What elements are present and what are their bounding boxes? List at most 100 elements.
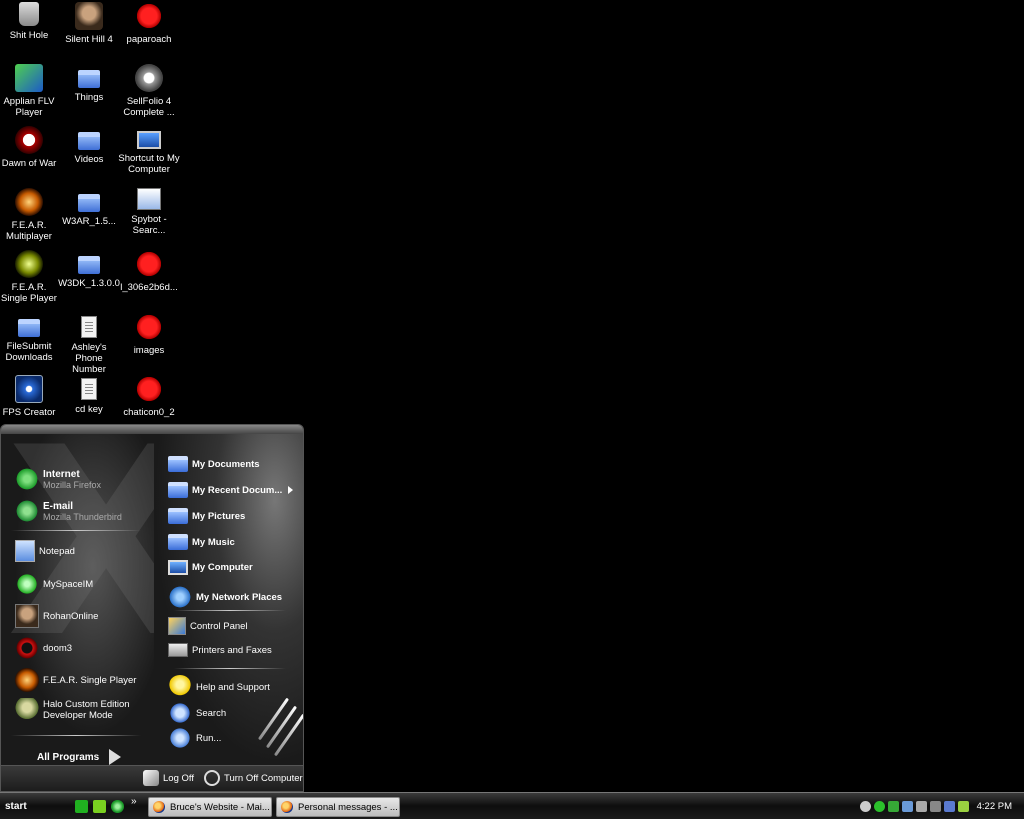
- network-places-icon: [168, 585, 192, 609]
- silent-hill-icon: [75, 2, 103, 30]
- start-menu: InternetMozilla Firefox E-mailMozilla Th…: [0, 424, 304, 792]
- start-menu-left-pane: InternetMozilla Firefox E-mailMozilla Th…: [1, 425, 206, 765]
- desktop-icon-filesubmit[interactable]: FileSubmit Downloads: [0, 313, 60, 363]
- red-splat-icon: [135, 2, 163, 30]
- place-my-computer[interactable]: My Computer: [168, 560, 253, 575]
- desktop-icon-fear-single-player[interactable]: F.E.A.R. Single Player: [0, 250, 60, 304]
- place-my-pictures[interactable]: My Pictures: [168, 508, 245, 524]
- fps-creator-icon: [15, 375, 43, 403]
- email-icon: [15, 499, 39, 523]
- printer-icon: [168, 643, 188, 657]
- run-icon: [168, 726, 192, 750]
- lightbulb-icon: [168, 675, 192, 699]
- recycle-bin-icon: [19, 2, 39, 26]
- control-panel-icon: [168, 617, 186, 635]
- recent-doom3[interactable]: doom3: [15, 636, 72, 660]
- all-programs-button[interactable]: All Programs: [37, 749, 122, 765]
- system-tray: 4:22 PM: [854, 793, 1024, 819]
- display-tray-icon[interactable]: [944, 801, 955, 812]
- pinned-internet[interactable]: InternetMozilla Firefox: [15, 467, 101, 491]
- skull-icon: [15, 126, 43, 154]
- start-menu-footer: Log Off Turn Off Computer: [1, 765, 303, 791]
- submenu-arrow-icon: [288, 486, 294, 494]
- place-my-documents[interactable]: My Documents: [168, 456, 260, 472]
- text-document-icon: [81, 378, 97, 400]
- desktop-icon-l306e2b6d[interactable]: l_306e2b6d...: [118, 250, 180, 293]
- desktop-icon-ashleys-phone[interactable]: Ashley's Phone Number: [58, 313, 120, 375]
- desktop-icon-things[interactable]: Things: [58, 64, 120, 103]
- desktop-icon-fps-creator[interactable]: FPS Creator: [0, 375, 60, 418]
- system-printers-faxes[interactable]: Printers and Faxes: [168, 643, 272, 657]
- power-icon: [204, 770, 220, 786]
- place-my-recent-documents[interactable]: My Recent Docum...: [168, 482, 294, 498]
- network-tray-icon[interactable]: [902, 801, 913, 812]
- key-icon: [143, 770, 159, 786]
- desktop-icon-fear-multiplayer[interactable]: F.E.A.R. Multiplayer: [0, 188, 60, 242]
- arrow-right-icon: [109, 749, 122, 765]
- desktop-icon-cd-key[interactable]: cd key: [58, 375, 120, 415]
- separator: [174, 668, 286, 669]
- desktop-icon-shit-hole[interactable]: Shit Hole: [0, 2, 60, 41]
- messenger-tray-icon[interactable]: [874, 801, 885, 812]
- pentagram-icon: [15, 636, 39, 660]
- flv-player-icon: [15, 64, 43, 92]
- turn-off-computer-button[interactable]: Turn Off Computer: [204, 770, 303, 786]
- folder-icon: [18, 319, 40, 337]
- desktop-icon-applian-flv-player[interactable]: Applian FLV Player: [0, 64, 60, 118]
- quicklaunch-app-icon[interactable]: [75, 800, 88, 813]
- firefox-icon: [153, 801, 165, 813]
- place-my-network-places[interactable]: My Network Places: [168, 585, 282, 609]
- red-splat-icon: [135, 375, 163, 403]
- myspaceim-icon: [15, 572, 39, 596]
- separator: [11, 735, 141, 736]
- pinned-email[interactable]: E-mail Mozilla Thunderbird: [15, 499, 122, 523]
- recent-fear-single-player[interactable]: F.E.A.R. Single Player: [15, 668, 136, 692]
- firefox-icon: [15, 467, 39, 491]
- desktop-icon-shortcut-my-computer[interactable]: Shortcut to My Computer: [118, 126, 180, 175]
- start-button[interactable]: start: [0, 793, 70, 819]
- log-off-button[interactable]: Log Off: [143, 770, 194, 786]
- taskbar-button-bruces-website[interactable]: Bruce's Website - Mai...: [148, 797, 272, 817]
- desktop-icon-images[interactable]: images: [118, 313, 180, 356]
- recent-notepad[interactable]: Notepad: [15, 540, 75, 562]
- separator: [174, 610, 286, 611]
- desktop-icon-sellfolio[interactable]: SellFolio 4 Complete ...: [118, 64, 180, 118]
- desktop-icon-spybot[interactable]: Spybot - Searc...: [118, 188, 180, 236]
- desktop-icon-dawn-of-war[interactable]: Dawn of War: [0, 126, 60, 169]
- desktop-icon-videos[interactable]: Videos: [58, 126, 120, 165]
- recent-halo-custom-edition[interactable]: Halo Custom Edition Developer Mode: [15, 698, 149, 722]
- system-control-panel[interactable]: Control Panel: [168, 617, 248, 635]
- recent-rohanonline[interactable]: RohanOnline: [15, 604, 98, 628]
- spybot-icon: [137, 188, 161, 210]
- rohanonline-icon: [15, 604, 39, 628]
- desktop-icon-paparoach[interactable]: paparoach: [118, 2, 180, 45]
- volume-tray-icon[interactable]: [930, 801, 941, 812]
- place-my-music[interactable]: My Music: [168, 534, 235, 550]
- search-item[interactable]: Search: [168, 701, 226, 725]
- taskbar: start » Bruce's Website - Mai... Persona…: [0, 792, 1024, 819]
- clock[interactable]: 4:22 PM: [977, 801, 1012, 812]
- red-splat-icon: [135, 313, 163, 341]
- search-icon: [168, 701, 192, 725]
- desktop-icon-chaticon[interactable]: chaticon0_2: [118, 375, 180, 418]
- update-tray-icon[interactable]: [958, 801, 969, 812]
- arrow-tray-icon[interactable]: [860, 801, 871, 812]
- quicklaunch-more-button[interactable]: »: [131, 796, 137, 807]
- quicklaunch-media-icon[interactable]: [93, 800, 106, 813]
- taskbar-button-personal-messages[interactable]: Personal messages - ...: [276, 797, 400, 817]
- desktop-icon-w3dk[interactable]: W3DK_1.3.0.0: [58, 250, 120, 289]
- desktop-icon-w3ar[interactable]: W3AR_1.5...: [58, 188, 120, 227]
- firefox-icon: [281, 801, 293, 813]
- my-computer-icon: [168, 560, 188, 575]
- folder-icon: [78, 70, 100, 88]
- my-computer-icon: [137, 131, 161, 149]
- chat-tray-icon[interactable]: [888, 801, 899, 812]
- recent-myspaceim[interactable]: MySpaceIM: [15, 572, 93, 596]
- folder-icon: [78, 132, 100, 150]
- my-pictures-icon: [168, 508, 188, 524]
- security-tray-icon[interactable]: [916, 801, 927, 812]
- desktop-icon-silent-hill-4[interactable]: Silent Hill 4: [58, 2, 120, 45]
- quicklaunch-browser-icon[interactable]: [111, 800, 124, 813]
- help-and-support[interactable]: Help and Support: [168, 675, 270, 699]
- run-item[interactable]: Run...: [168, 726, 221, 750]
